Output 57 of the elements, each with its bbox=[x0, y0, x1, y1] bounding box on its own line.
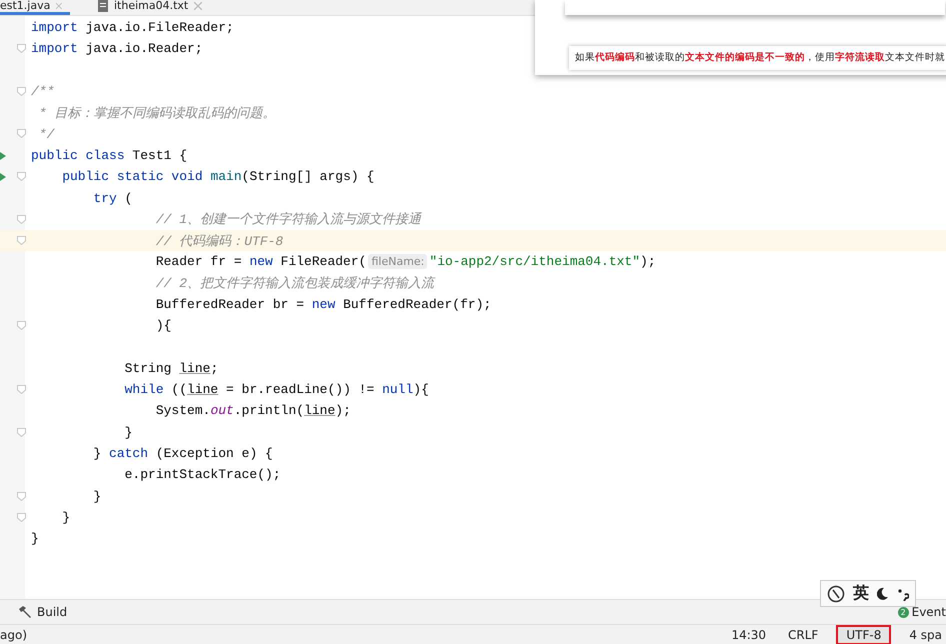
code-line: while ((line = br.readLine()) != null){ bbox=[124, 382, 429, 398]
slide-caption: 如果代码编码和被读取的文本文件的编码是不一致的，使用字符流读取文本文件时就 bbox=[569, 46, 946, 70]
fold-icon[interactable] bbox=[17, 428, 26, 437]
code-line: BufferedReader br = new BufferedReader(fr); bbox=[154, 297, 492, 312]
code-line: } bbox=[124, 424, 132, 440]
code-line: import java.io.FileReader; bbox=[31, 20, 234, 36]
status-item[interactable]: 14:30 bbox=[727, 624, 770, 644]
event-log-button[interactable]: 2 Event bbox=[898, 605, 946, 619]
text-file-icon bbox=[98, 0, 108, 12]
fold-icon[interactable] bbox=[17, 512, 26, 522]
tab-label: est1.java bbox=[0, 0, 50, 12]
fold-icon[interactable] bbox=[17, 44, 26, 54]
fold-icon[interactable] bbox=[17, 492, 26, 501]
code-line: */ bbox=[38, 126, 54, 142]
fold-icon[interactable] bbox=[17, 385, 26, 394]
notification-badge: 2 bbox=[898, 606, 909, 618]
code-line: } bbox=[31, 531, 39, 546]
moon-icon bbox=[877, 586, 889, 600]
fold-icon[interactable] bbox=[17, 321, 26, 330]
code-line: public class Test1 { bbox=[31, 148, 188, 163]
code-line: } bbox=[92, 488, 102, 504]
ime-toolbar[interactable]: 英 bbox=[820, 580, 916, 607]
status-item[interactable]: CRLF bbox=[784, 624, 822, 644]
ime-mode: 英 bbox=[853, 583, 869, 604]
fold-icon[interactable] bbox=[17, 236, 26, 245]
close-icon[interactable] bbox=[56, 2, 62, 10]
tab-label: itheima04.txt bbox=[114, 0, 188, 12]
code-line: // 2、把文件字符输入流包装成缓冲字符输入流 bbox=[154, 275, 434, 292]
code-line: Reader fr = new FileReader( fileName: "io-app2/src/itheima04.txt"); bbox=[154, 254, 656, 270]
close-icon[interactable] bbox=[194, 2, 202, 10]
code-line: // 1、创建一个文件字符输入流与源文件接通 bbox=[154, 211, 422, 228]
code-line: // 代码编码：UTF-8 bbox=[154, 232, 284, 250]
run-icon[interactable] bbox=[0, 152, 6, 160]
fold-icon[interactable] bbox=[17, 172, 26, 182]
run-icon[interactable] bbox=[0, 173, 6, 182]
code-line: * 目标：掌握不同编码读取乱码的问题。 bbox=[38, 104, 276, 122]
ime-logo-icon bbox=[827, 584, 845, 602]
code-line: try ( bbox=[92, 190, 132, 206]
file-tab[interactable]: itheima04.txt bbox=[98, 0, 210, 15]
code-line: } catch (Exception e) { bbox=[92, 446, 273, 462]
fold-icon[interactable] bbox=[17, 86, 26, 96]
fold-icon[interactable] bbox=[17, 129, 26, 138]
fold-icon[interactable] bbox=[17, 214, 26, 224]
code-line: String line; bbox=[124, 360, 218, 376]
code-line: /** bbox=[31, 84, 54, 100]
hammer-icon bbox=[18, 606, 32, 618]
status-item[interactable]: 4 spa bbox=[905, 624, 946, 644]
code-line: import java.io.Reader; bbox=[31, 41, 203, 56]
code-line: public static void main(String[] args) { bbox=[61, 169, 374, 184]
code-line: } bbox=[61, 510, 70, 525]
code-line: ){ bbox=[154, 318, 172, 334]
build-tool-button[interactable]: Build bbox=[0, 605, 68, 619]
code-line: System.out.println(line); bbox=[154, 403, 351, 418]
punctuation-icon bbox=[897, 586, 909, 600]
code-line: e.printStackTrace(); bbox=[124, 467, 281, 482]
status-message: ago) bbox=[0, 628, 27, 642]
status-item[interactable]: UTF-8 bbox=[836, 624, 892, 644]
